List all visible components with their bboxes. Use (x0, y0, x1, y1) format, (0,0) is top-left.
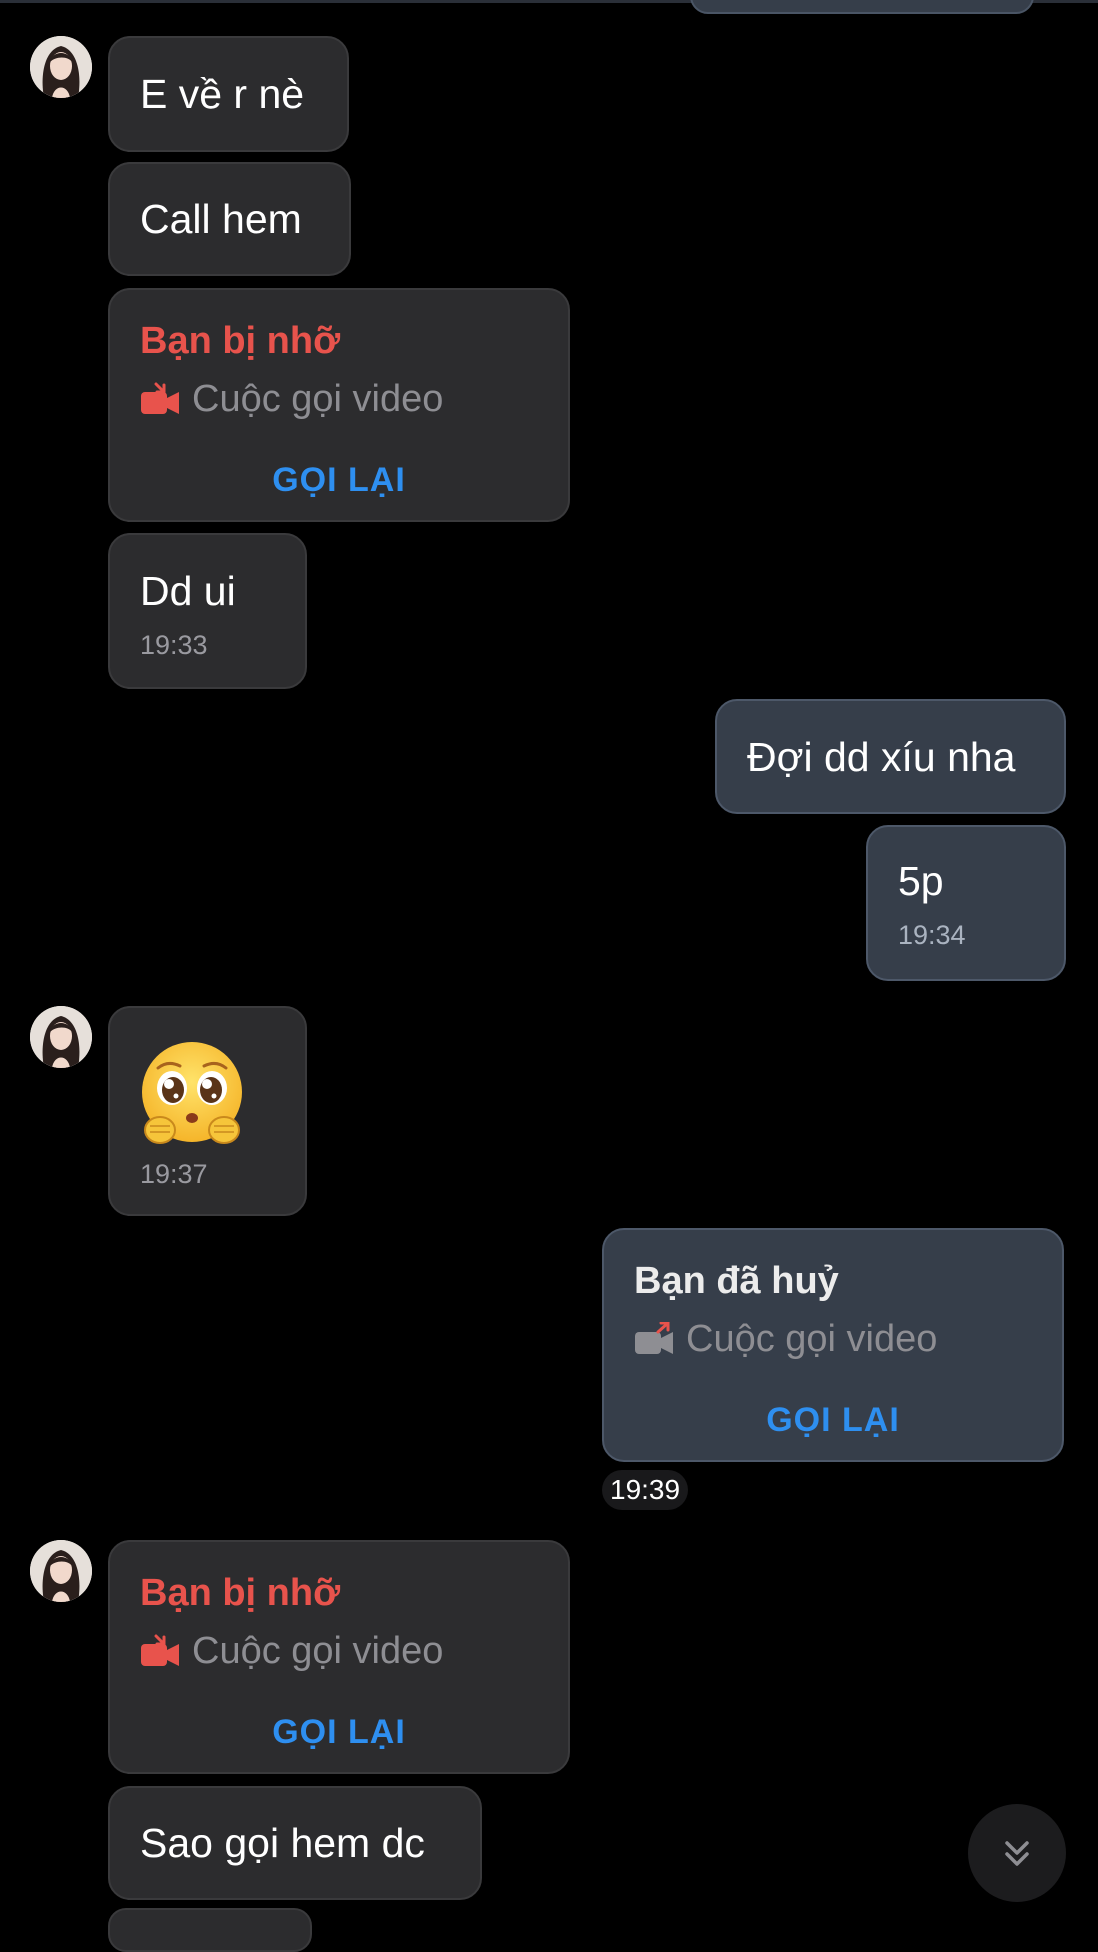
message-text: Đợi dd xíu nha (747, 734, 1016, 780)
call-status-title: Bạn đã huỷ (634, 1260, 839, 1302)
message-timestamp: 19:33 (140, 630, 208, 660)
outgoing-message-bubble[interactable]: 5p 19:34 (866, 825, 1066, 981)
previous-message-bubble[interactable] (690, 0, 1034, 14)
call-back-button[interactable]: GỌI LẠI (604, 1400, 1062, 1440)
message-timestamp: 19:34 (898, 920, 966, 950)
call-type-label: Cuộc gọi video (686, 1318, 938, 1360)
call-type-label: Cuộc gọi video (192, 1630, 444, 1672)
message-text: Sao gọi hem dc (140, 1820, 425, 1866)
incoming-message-bubble[interactable]: Sao gọi hem dc (108, 1786, 482, 1900)
avatar-photo (30, 36, 92, 98)
missed-video-call-icon (141, 382, 179, 414)
message-timestamp: 19:39 (602, 1470, 689, 1510)
scroll-to-bottom-button[interactable] (968, 1804, 1066, 1902)
call-back-button[interactable]: GỌI LẠI (110, 1712, 568, 1752)
avatar-photo (30, 1006, 92, 1068)
call-type-row: Cuộc gọi video (140, 1628, 443, 1674)
outgoing-video-call-icon (635, 1322, 673, 1354)
outgoing-message-bubble[interactable]: Đợi dd xíu nha (715, 699, 1066, 814)
message-text: E về r nè (140, 71, 305, 117)
incoming-message-bubble[interactable]: Call hem (108, 162, 351, 276)
incoming-emoji-bubble[interactable]: 19:37 (108, 1006, 307, 1216)
message-text: Dd ui (140, 568, 236, 614)
contact-avatar[interactable] (30, 1540, 92, 1602)
next-message-bubble[interactable] (108, 1908, 312, 1952)
missed-call-bubble[interactable]: Bạn bị nhỡ Cuộc gọi video GỌI LẠI (108, 288, 570, 522)
incoming-message-bubble[interactable]: Dd ui 19:33 (108, 533, 307, 689)
call-back-button[interactable]: GỌI LẠI (110, 460, 568, 500)
missed-call-bubble[interactable]: Bạn bị nhỡ Cuộc gọi video GỌI LẠI (108, 1540, 570, 1774)
pleading-face-emoji (142, 1042, 242, 1144)
incoming-message-bubble[interactable]: E về r nè (108, 36, 349, 152)
message-text: 5p (898, 858, 944, 904)
call-status-title: Bạn bị nhỡ (140, 1572, 341, 1614)
missed-video-call-icon (141, 1634, 179, 1666)
contact-avatar[interactable] (30, 36, 92, 98)
message-text: Call hem (140, 196, 302, 242)
contact-avatar[interactable] (30, 1006, 92, 1068)
call-type-row: Cuộc gọi video (140, 376, 443, 422)
message-timestamp: 19:37 (140, 1159, 208, 1189)
double-chevron-down-icon (1005, 1841, 1029, 1866)
avatar-photo (30, 1540, 92, 1602)
call-type-label: Cuộc gọi video (192, 378, 444, 420)
call-status-title: Bạn bị nhỡ (140, 320, 341, 362)
cancelled-call-bubble[interactable]: Bạn đã huỷ Cuộc gọi video GỌI LẠI (602, 1228, 1064, 1462)
call-type-row: Cuộc gọi video (634, 1316, 937, 1362)
